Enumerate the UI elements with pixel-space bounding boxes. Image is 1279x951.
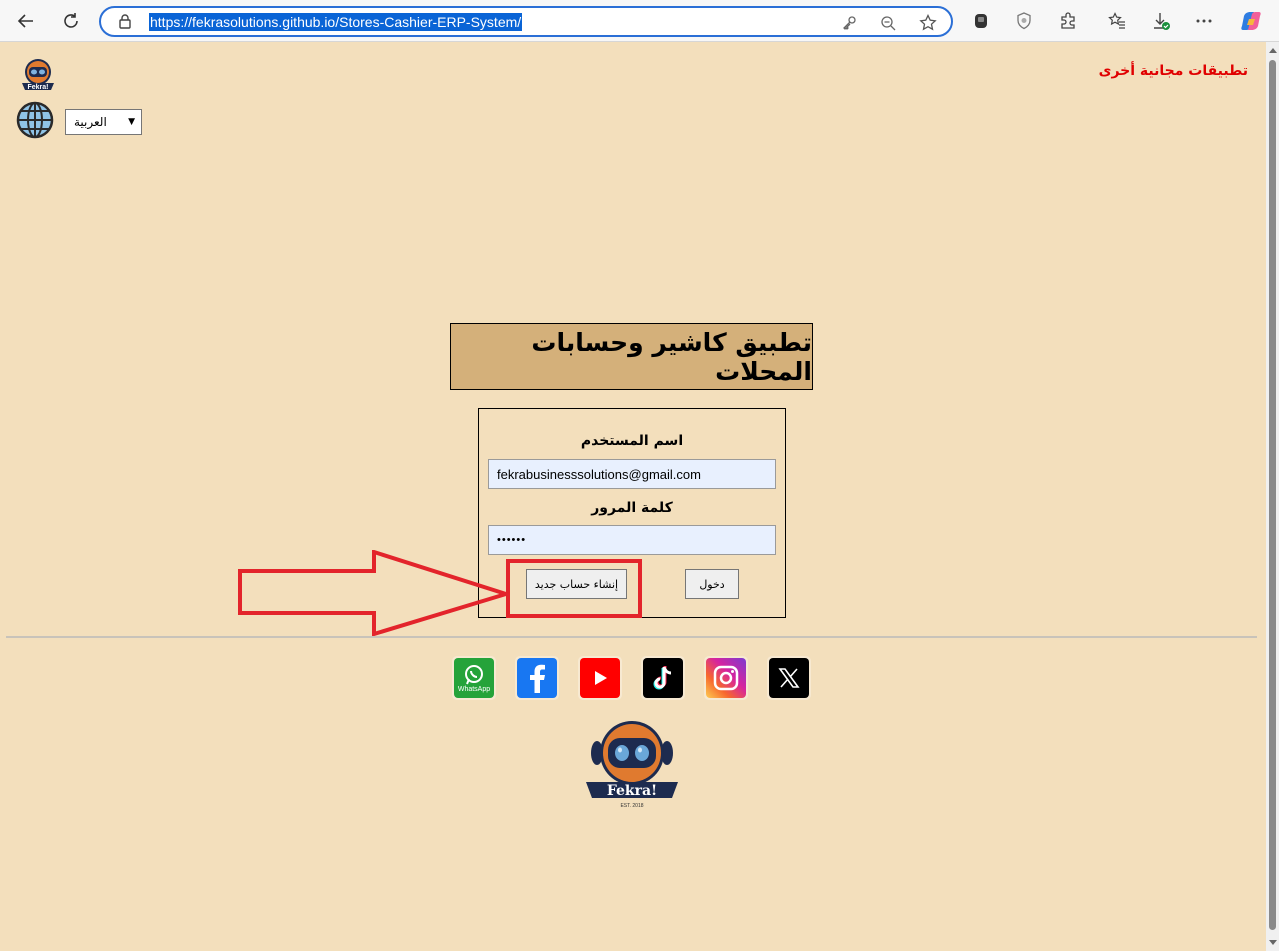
password-input[interactable]: •••••• (488, 525, 776, 555)
page-content: Fekra! العربية ▼ تطبيقات مجانية أخرى تطب… (0, 42, 1266, 951)
instagram-icon (706, 658, 746, 698)
url-text[interactable]: https://fekrasolutions.github.io/Stores-… (149, 13, 523, 31)
x-link[interactable] (767, 656, 811, 700)
copilot-icon[interactable] (1237, 7, 1265, 35)
zoom-out-icon[interactable] (878, 13, 898, 33)
scrollbar-thumb[interactable] (1269, 60, 1276, 930)
shield-icon[interactable] (1010, 7, 1038, 35)
downloads-icon[interactable] (1147, 7, 1175, 35)
language-selected-value: العربية (74, 115, 107, 129)
more-menu-icon[interactable] (1190, 7, 1218, 35)
extension-dark-icon[interactable] (967, 7, 995, 35)
tiktok-icon (643, 658, 683, 698)
login-button[interactable]: دخول (685, 569, 739, 599)
scroll-down-icon[interactable] (1269, 940, 1277, 945)
facebook-icon (517, 658, 557, 698)
password-label: كلمة المرور (591, 500, 673, 516)
footer-logo-text: Fekra! (607, 783, 657, 799)
svg-text:Fekra!: Fekra! (27, 84, 48, 91)
x-icon (769, 658, 809, 698)
footer-divider (6, 636, 1257, 638)
browser-toolbar: https://fekrasolutions.github.io/Stores-… (0, 0, 1279, 42)
back-icon[interactable] (12, 7, 40, 35)
footer-logo-est: EST. 2018 (620, 803, 643, 809)
username-label: اسم المستخدم (580, 433, 684, 449)
refresh-icon[interactable] (57, 7, 85, 35)
vertical-scrollbar[interactable] (1266, 42, 1279, 951)
address-bar[interactable]: https://fekrasolutions.github.io/Stores-… (99, 6, 953, 37)
other-free-apps-link[interactable]: تطبيقات مجانية أخرى (1099, 63, 1248, 79)
fekra-logo-small[interactable]: Fekra! (18, 56, 58, 96)
highlight-box (506, 559, 642, 618)
key-icon[interactable] (839, 13, 859, 33)
youtube-icon (580, 658, 620, 698)
globe-icon (16, 101, 54, 139)
favorites-list-icon[interactable] (1103, 7, 1131, 35)
favorite-star-icon[interactable] (918, 13, 938, 33)
scroll-up-icon[interactable] (1269, 48, 1277, 53)
instagram-link[interactable] (704, 656, 748, 700)
extensions-puzzle-icon[interactable] (1054, 7, 1082, 35)
language-select[interactable]: العربية ▼ (65, 109, 142, 135)
fekra-logo-footer: Fekra! EST. 2018 (582, 720, 682, 812)
facebook-link[interactable] (515, 656, 559, 700)
tiktok-link[interactable] (641, 656, 685, 700)
pointer-arrow-annotation (238, 550, 510, 636)
page-title: تطبيق كاشير وحسابات المحلات (450, 323, 813, 390)
whatsapp-link[interactable]: WhatsApp (452, 656, 496, 700)
whatsapp-caption: WhatsApp (457, 685, 491, 693)
lock-icon[interactable] (118, 13, 132, 33)
username-input[interactable]: fekrabusinesssolutions@gmail.com (488, 459, 776, 489)
chevron-down-icon: ▼ (128, 117, 135, 127)
youtube-link[interactable] (578, 656, 622, 700)
whatsapp-icon: WhatsApp (454, 658, 494, 698)
